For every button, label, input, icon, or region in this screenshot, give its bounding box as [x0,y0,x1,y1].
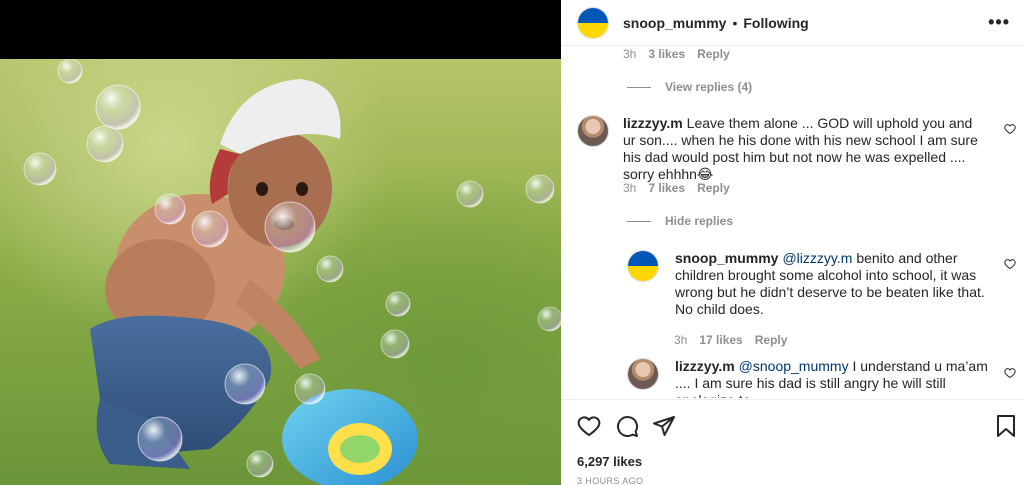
reply-button[interactable]: Reply [697,47,730,61]
comment-text: lizzzyy.m Leave them alone ... GOD will u… [623,115,978,183]
comment-time: 3h [623,47,637,61]
hide-replies-toggle[interactable]: Hide replies [627,214,733,228]
reply-mention[interactable]: @snoop_mummy [739,358,849,374]
reply-time: 3h [674,333,688,347]
comment-meta: 3h 7 likes Reply [623,181,730,195]
post-time: 3 HOURS AGO [577,476,644,485]
heart-icon[interactable] [577,414,601,438]
reply-like-icon[interactable] [1004,258,1016,270]
comment-meta: 3h 3 likes Reply [623,47,730,61]
view-replies-toggle[interactable]: View replies (4) [627,80,752,94]
comments-list[interactable]: 3h 3 likes Reply View replies (4) lizzzy… [561,47,1024,398]
reply-username[interactable]: snoop_mummy [675,250,778,266]
reply-avatar[interactable] [627,250,659,282]
hide-replies-label: Hide replies [665,214,734,228]
owner-avatar[interactable] [577,6,609,39]
comment-icon[interactable] [615,414,639,438]
photo-illustration [23,59,561,485]
reply-item: snoop_mummy @lizzzyy.m benito and other c… [627,250,997,318]
commenter-avatar[interactable] [577,115,609,147]
comment-time: 3h [623,181,637,195]
reply-button[interactable]: Reply [755,333,788,347]
reply-like-icon[interactable] [1004,367,1016,379]
reply-avatar[interactable] [627,358,659,390]
replies-line [627,86,651,88]
more-options-icon[interactable]: ••• [988,12,1010,33]
replies-line [627,220,651,222]
reply-meta: 3h 17 likes Reply [674,333,787,347]
reply-text: snoop_mummy @lizzzyy.m benito and other c… [675,250,990,318]
owner-username[interactable]: snoop_mummy [623,15,726,31]
reply-text: lizzzyy.m @snoop_mummy I understand u ma’… [675,358,990,398]
comment-likes[interactable]: 3 likes [648,47,685,61]
reply-likes[interactable]: 17 likes [699,333,742,347]
likes-count[interactable]: 6,297 likes [577,454,642,469]
reply-item: lizzzyy.m @snoop_mummy I understand u ma’… [627,358,997,398]
post-media [0,0,561,485]
post-actions: 6,297 likes 3 HOURS AGO [561,399,1024,485]
post-panel: snoop_mummy • Following ••• 3h 3 likes R… [561,0,1024,485]
comment-likes[interactable]: 7 likes [648,181,685,195]
following-button[interactable]: Following [743,15,808,31]
share-icon[interactable] [652,414,676,438]
reply-mention[interactable]: @lizzzyy.m [782,250,852,266]
view-replies-label: View replies (4) [665,80,753,94]
commenter-username[interactable]: lizzzyy.m [623,115,683,131]
header-separator: • [732,14,738,31]
post-photo[interactable] [0,59,561,485]
comment-item: lizzzyy.m Leave them alone ... GOD will u… [577,115,997,183]
reply-button[interactable]: Reply [697,181,730,195]
comment-like-icon[interactable] [1004,123,1016,135]
bookmark-icon[interactable] [995,414,1017,438]
post-header: snoop_mummy • Following ••• [561,0,1024,46]
reply-username[interactable]: lizzzyy.m [675,358,735,374]
